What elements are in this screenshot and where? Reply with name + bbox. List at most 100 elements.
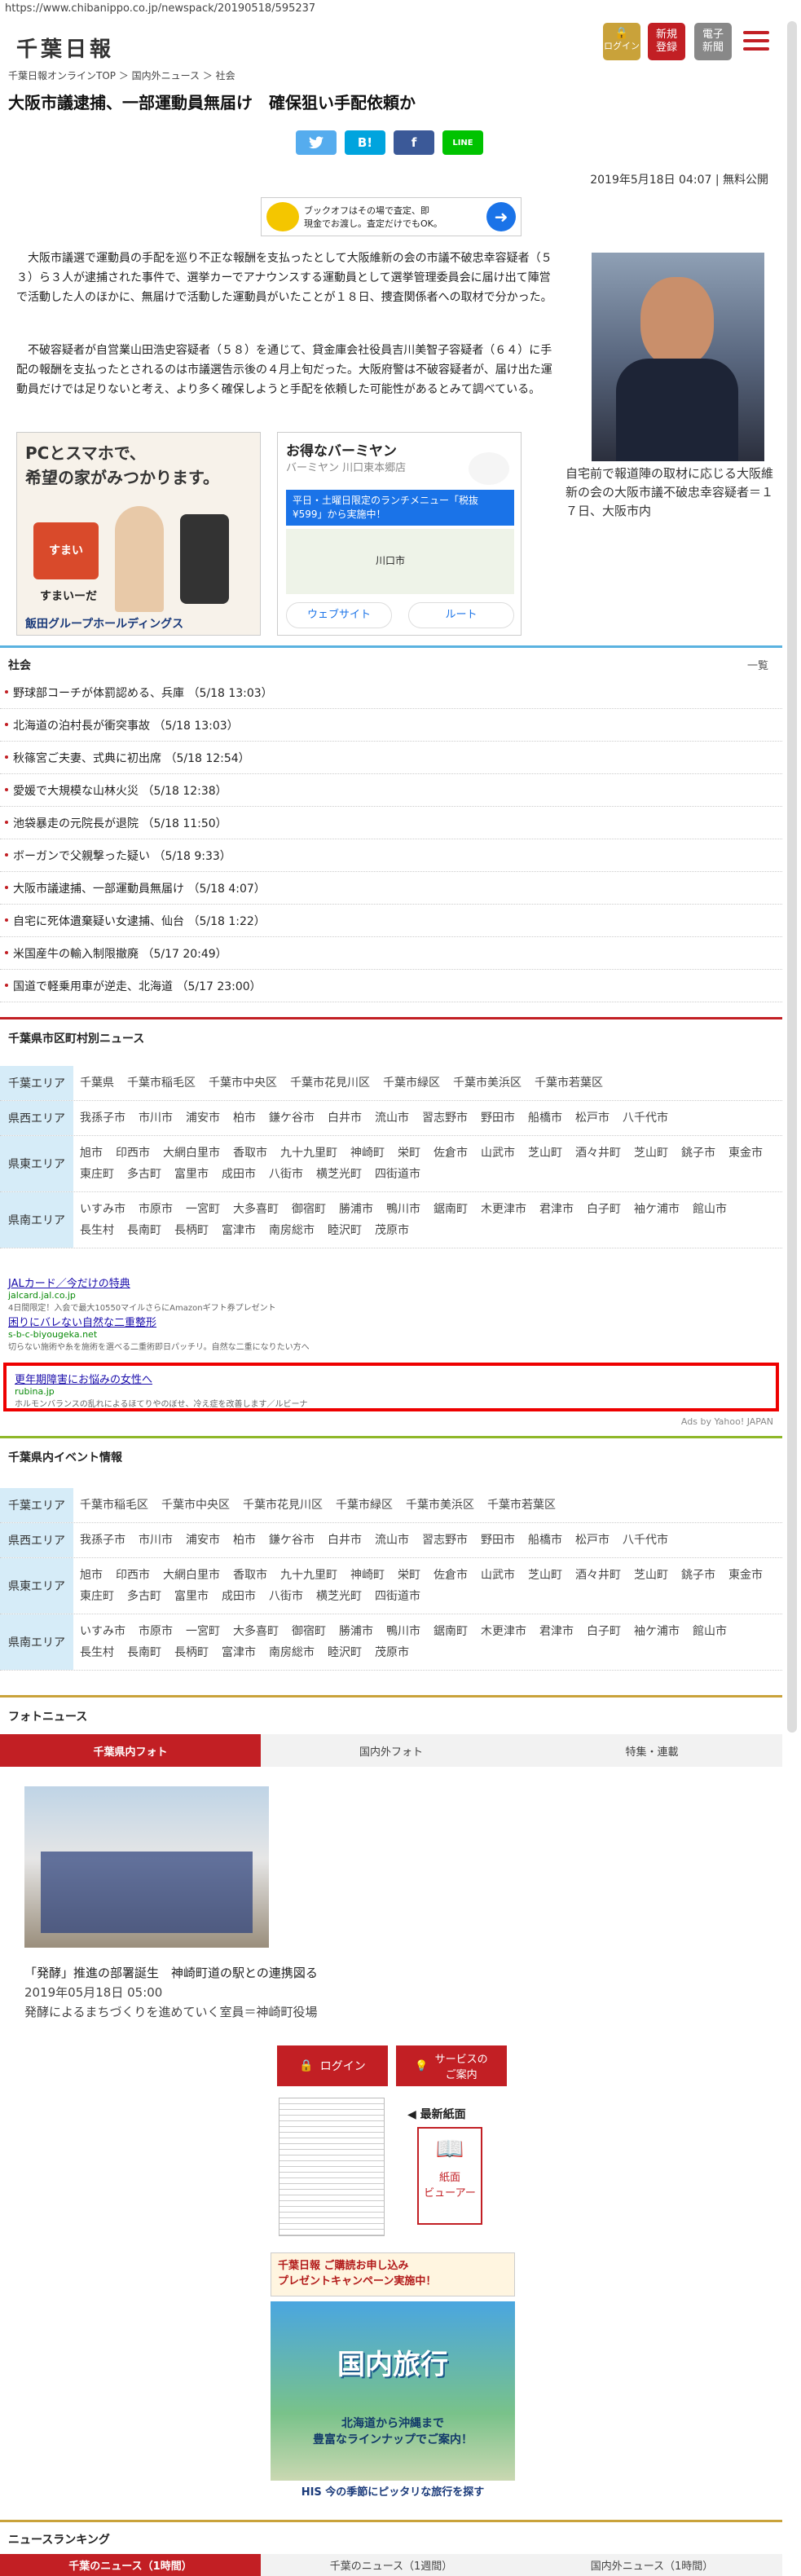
top-ad-banner[interactable]: ブックオフはその場で査定、即 現金でお渡し。査定だけでもOK。 ➜	[261, 197, 522, 236]
area-link[interactable]: 富津市	[222, 1224, 256, 1237]
area-link[interactable]: 袖ケ浦市	[634, 1203, 680, 1216]
area-label[interactable]: 千葉エリア	[0, 1066, 73, 1100]
area-link[interactable]: 柏市	[233, 1112, 256, 1125]
area-link[interactable]: 南房総市	[269, 1224, 315, 1237]
area-link[interactable]: 木更津市	[481, 1203, 526, 1216]
area-link[interactable]: 千葉市美浜区	[406, 1499, 474, 1512]
area-link[interactable]: 東庄町	[80, 1168, 114, 1181]
area-link[interactable]: 栄町	[398, 1569, 420, 1582]
area-link[interactable]: 一宮町	[186, 1203, 220, 1216]
area-link[interactable]: 千葉県	[80, 1077, 114, 1090]
area-link[interactable]: 市川市	[139, 1112, 173, 1125]
area-link[interactable]: 鎌ケ谷市	[269, 1534, 315, 1547]
area-link[interactable]: 八千代市	[623, 1112, 668, 1125]
hamburger-menu-icon[interactable]	[740, 26, 772, 59]
news-item[interactable]: 野球部コーチが体罰認める、兵庫 （5/18 13:03）	[0, 676, 782, 709]
area-link[interactable]: 千葉市美浜区	[453, 1077, 522, 1090]
area-label[interactable]: 県西エリア	[0, 1101, 73, 1135]
house-ad[interactable]: PCとスマホで、 希望の家がみつかります。 すまい すまいーだ 飯田グループホー…	[16, 432, 261, 636]
news-more-link[interactable]: 一覧	[747, 657, 768, 672]
news-item[interactable]: 秋篠宮ご夫妻、式典に初出席 （5/18 12:54）	[0, 742, 782, 774]
area-link[interactable]: 多古町	[127, 1168, 161, 1181]
area-link[interactable]: 長南町	[127, 1646, 161, 1659]
area-link[interactable]: 船橋市	[528, 1534, 562, 1547]
area-link[interactable]: 千葉市花見川区	[243, 1499, 323, 1512]
area-link[interactable]: 富津市	[222, 1646, 256, 1659]
area-link[interactable]: 鴨川市	[386, 1625, 420, 1638]
route-button[interactable]: ルート	[408, 602, 514, 628]
area-link[interactable]: 睦沢町	[328, 1224, 362, 1237]
area-link[interactable]: 南房総市	[269, 1646, 315, 1659]
area-link[interactable]: 千葉市花見川区	[290, 1077, 370, 1090]
news-item[interactable]: 愛媛で大規模な山林火災 （5/18 12:38）	[0, 774, 782, 807]
area-link[interactable]: 長柄町	[174, 1224, 209, 1237]
tab-chiba-week[interactable]: 千葉のニュース（1週間）	[261, 2554, 522, 2576]
news-item[interactable]: 国道で軽乗用車が逆走、北海道 （5/17 23:00）	[0, 970, 782, 1002]
area-link[interactable]: 習志野市	[422, 1534, 468, 1547]
area-link[interactable]: 野田市	[481, 1534, 515, 1547]
area-link[interactable]: 八街市	[269, 1590, 303, 1603]
area-link[interactable]: 成田市	[222, 1590, 256, 1603]
area-link[interactable]: 千葉市中央区	[209, 1077, 277, 1090]
area-link[interactable]: 佐倉市	[434, 1147, 468, 1160]
photo-news-title[interactable]: 「発酵」推進の部署誕生 神崎町道の駅との連携図る	[24, 1964, 318, 1981]
area-label[interactable]: 県南エリア	[0, 1192, 73, 1248]
area-link[interactable]: 大多喜町	[233, 1625, 279, 1638]
area-link[interactable]: 栄町	[398, 1147, 420, 1160]
area-link[interactable]: 酒々井町	[575, 1569, 621, 1582]
subscription-banner[interactable]: 千葉日報 ご購読お申し込み プレゼントキャンペーン実施中！	[271, 2252, 515, 2296]
news-item[interactable]: 自宅に死体遺棄疑い女逮捕、仙台 （5/18 1:22）	[0, 905, 782, 937]
area-link[interactable]: 芝山町	[528, 1147, 562, 1160]
area-label[interactable]: 県南エリア	[0, 1614, 73, 1670]
area-link[interactable]: 山武市	[481, 1569, 515, 1582]
area-link[interactable]: 神崎町	[350, 1569, 385, 1582]
area-link[interactable]: 鋸南町	[434, 1203, 468, 1216]
site-logo[interactable]: 千葉日報	[16, 33, 114, 63]
area-link[interactable]: 東庄町	[80, 1590, 114, 1603]
area-link[interactable]: 市原市	[139, 1625, 173, 1638]
area-link[interactable]: 山武市	[481, 1147, 515, 1160]
area-link[interactable]: 市原市	[139, 1203, 173, 1216]
website-button[interactable]: ウェブサイト	[286, 602, 392, 628]
area-link[interactable]: 香取市	[233, 1147, 267, 1160]
tab-domestic-hour[interactable]: 国内外ニュース（1時間）	[522, 2554, 782, 2576]
area-link[interactable]: 流山市	[375, 1534, 409, 1547]
breadcrumb[interactable]: 千葉日報オンラインTOP ＞ 国内外ニュース ＞ 社会	[8, 68, 235, 82]
area-link[interactable]: 印西市	[116, 1147, 150, 1160]
area-link[interactable]: 館山市	[693, 1203, 727, 1216]
area-link[interactable]: いすみ市	[80, 1625, 125, 1638]
tab-chiba-photo[interactable]: 千葉県内フォト	[0, 1734, 261, 1767]
area-link[interactable]: 白井市	[328, 1534, 362, 1547]
area-label[interactable]: 県東エリア	[0, 1558, 73, 1614]
area-link[interactable]: 浦安市	[186, 1534, 220, 1547]
area-link[interactable]: 君津市	[539, 1203, 574, 1216]
area-link[interactable]: 長南町	[127, 1224, 161, 1237]
area-link[interactable]: 君津市	[539, 1625, 574, 1638]
area-link[interactable]: 四街道市	[375, 1590, 420, 1603]
news-item[interactable]: 北海道の泊村長が衝突事故 （5/18 13:03）	[0, 709, 782, 742]
area-link[interactable]: 八街市	[269, 1168, 303, 1181]
area-link[interactable]: 流山市	[375, 1112, 409, 1125]
area-link[interactable]: 勝浦市	[339, 1203, 373, 1216]
service-login-button[interactable]: 🔒 ログイン	[277, 2045, 388, 2086]
area-link[interactable]: 袖ケ浦市	[634, 1625, 680, 1638]
yahoo-ads-label[interactable]: Ads by Yahoo! JAPAN	[681, 1416, 773, 1427]
area-link[interactable]: 一宮町	[186, 1625, 220, 1638]
area-label[interactable]: 県西エリア	[0, 1523, 73, 1557]
line-share-button[interactable]: LINE	[442, 130, 483, 155]
area-link[interactable]: 浦安市	[186, 1112, 220, 1125]
area-link[interactable]: 八千代市	[623, 1534, 668, 1547]
text-ad[interactable]: JALカード／今だけの特典 jalcard.jal.co.jp 4日間限定！入会…	[8, 1275, 774, 1313]
area-link[interactable]: 鎌ケ谷市	[269, 1112, 315, 1125]
text-ad[interactable]: 困りにバレない自然な二重整形 s-b-c-biyougeka.net 切らない施…	[8, 1314, 774, 1352]
tab-features[interactable]: 特集・連載	[522, 1734, 782, 1767]
area-link[interactable]: 茂原市	[375, 1646, 409, 1659]
register-button[interactable]: 新規 登録	[648, 23, 685, 60]
area-link[interactable]: 横芝光町	[316, 1168, 362, 1181]
facebook-share-button[interactable]: f	[394, 130, 434, 155]
area-link[interactable]: 鴨川市	[386, 1203, 420, 1216]
area-link[interactable]: 東金市	[728, 1569, 763, 1582]
area-link[interactable]: 野田市	[481, 1112, 515, 1125]
service-guide-button[interactable]: 💡 サービスの ご案内	[396, 2045, 507, 2086]
area-link[interactable]: 鋸南町	[434, 1625, 468, 1638]
